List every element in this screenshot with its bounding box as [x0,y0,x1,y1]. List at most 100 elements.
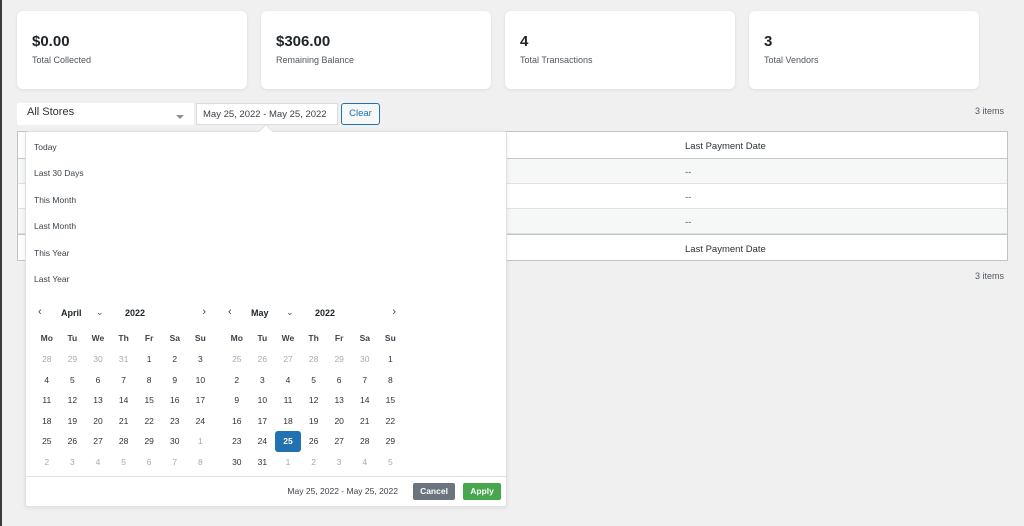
calendar-day[interactable]: 26 [250,349,276,370]
calendar-day[interactable]: 2 [224,370,250,391]
date-range-input[interactable]: May 25, 2022 - May 25, 2022 [196,103,338,125]
calendar-day[interactable]: 18 [34,411,60,432]
calendar-day[interactable]: 26 [60,431,86,452]
calendar-day[interactable]: 28 [301,349,327,370]
calendar-day[interactable]: 29 [60,349,86,370]
column-header-last-payment-date[interactable]: Last Payment Date [685,141,766,152]
calendar-day[interactable]: 14 [111,390,137,411]
calendar-day[interactable]: 17 [188,390,206,411]
calendar-day[interactable]: 30 [85,349,111,370]
calendar-day[interactable]: 5 [111,452,137,473]
calendar-day[interactable]: 12 [60,390,86,411]
range-last-30-days[interactable]: Last 30 Days [26,158,84,184]
range-last-year[interactable]: Last Year [26,264,84,290]
calendar-day[interactable]: 6 [326,370,352,391]
calendar-day[interactable]: 11 [34,390,60,411]
calendar-day[interactable]: 28 [352,431,378,452]
clear-button[interactable]: Clear [341,103,380,125]
calendar-day[interactable]: 20 [326,411,352,432]
calendar-day[interactable]: 11 [275,390,301,411]
store-select[interactable]: All Stores [17,103,194,125]
range-last-month[interactable]: Last Month [26,211,84,237]
calendar-day[interactable]: 15 [136,390,162,411]
calendar-day[interactable]: 4 [34,370,60,391]
calendar-day[interactable]: 23 [162,411,188,432]
calendar-day[interactable]: 4 [275,370,301,391]
calendar-day[interactable]: 9 [224,390,250,411]
calendar-day[interactable]: 16 [162,390,188,411]
calendar-day[interactable]: 8 [378,370,404,391]
calendar-day[interactable]: 9 [162,370,188,391]
chevron-down-icon[interactable]: ⌄ [286,307,294,318]
calendar-day[interactable]: 13 [85,390,111,411]
calendar-day[interactable]: 27 [326,431,352,452]
calendar-day[interactable]: 31 [111,349,137,370]
calendar-day[interactable]: 27 [85,431,111,452]
calendar-day[interactable]: 22 [136,411,162,432]
calendar-day[interactable]: 6 [136,452,162,473]
calendar-day[interactable]: 22 [378,411,404,432]
calendar-day[interactable]: 15 [378,390,404,411]
calendar-day[interactable]: 31 [250,452,276,473]
calendar-day[interactable]: 4 [352,452,378,473]
calendar-day[interactable]: 8 [188,452,206,473]
calendar-day[interactable]: 18 [275,411,301,432]
calendar-day[interactable]: 23 [224,431,250,452]
calendar-day[interactable]: 1 [275,452,301,473]
apply-button[interactable]: Apply [463,483,501,500]
calendar-day[interactable]: 27 [275,349,301,370]
calendar-day[interactable]: 16 [224,411,250,432]
calendar-day[interactable]: 2 [34,452,60,473]
calendar-day[interactable]: 3 [326,452,352,473]
calendar-day[interactable]: 20 [85,411,111,432]
prev-month-icon[interactable]: ‹ [38,306,42,318]
calendar-day[interactable]: 7 [111,370,137,391]
next-month-icon[interactable]: › [392,306,396,318]
calendar-day[interactable]: 5 [301,370,327,391]
month-select[interactable]: May [251,308,269,318]
calendar-day[interactable]: 13 [326,390,352,411]
calendar-day[interactable]: 21 [352,411,378,432]
calendar-day[interactable]: 25 [34,431,60,452]
calendar-day-selected[interactable]: 25 [275,431,301,452]
calendar-day[interactable]: 29 [326,349,352,370]
year-select[interactable]: 2022 [125,308,145,318]
calendar-day[interactable]: 4 [85,452,111,473]
calendar-day[interactable]: 17 [250,411,276,432]
chevron-down-icon[interactable]: ⌄ [96,307,104,318]
calendar-day[interactable]: 25 [224,349,250,370]
calendar-day[interactable]: 1 [378,349,404,370]
month-select[interactable]: April [61,308,82,318]
calendar-day[interactable]: 29 [136,431,162,452]
calendar-day[interactable]: 26 [301,431,327,452]
calendar-day[interactable]: 3 [60,452,86,473]
calendar-day[interactable]: 6 [85,370,111,391]
calendar-day[interactable]: 30 [162,431,188,452]
calendar-day[interactable]: 28 [34,349,60,370]
calendar-day[interactable]: 10 [188,370,206,391]
next-month-icon[interactable]: › [202,306,206,318]
cancel-button[interactable]: Cancel [413,483,455,500]
range-this-year[interactable]: This Year [26,238,84,264]
calendar-day[interactable]: 24 [250,431,276,452]
calendar-day[interactable]: 10 [250,390,276,411]
calendar-day[interactable]: 2 [162,349,188,370]
calendar-day[interactable]: 19 [60,411,86,432]
calendar-day[interactable]: 8 [136,370,162,391]
calendar-day[interactable]: 5 [60,370,86,391]
calendar-day[interactable]: 1 [188,431,206,452]
calendar-day[interactable]: 24 [188,411,206,432]
calendar-day[interactable]: 21 [111,411,137,432]
calendar-day[interactable]: 28 [111,431,137,452]
calendar-day[interactable]: 5 [378,452,404,473]
calendar-day[interactable]: 2 [301,452,327,473]
prev-month-icon[interactable]: ‹ [228,306,232,318]
calendar-day[interactable]: 7 [162,452,188,473]
calendar-day[interactable]: 3 [250,370,276,391]
calendar-day[interactable]: 30 [224,452,250,473]
calendar-day[interactable]: 3 [188,349,206,370]
calendar-day[interactable]: 29 [378,431,404,452]
calendar-day[interactable]: 12 [301,390,327,411]
calendar-day[interactable]: 14 [352,390,378,411]
column-footer-last-payment-date[interactable]: Last Payment Date [685,244,766,255]
